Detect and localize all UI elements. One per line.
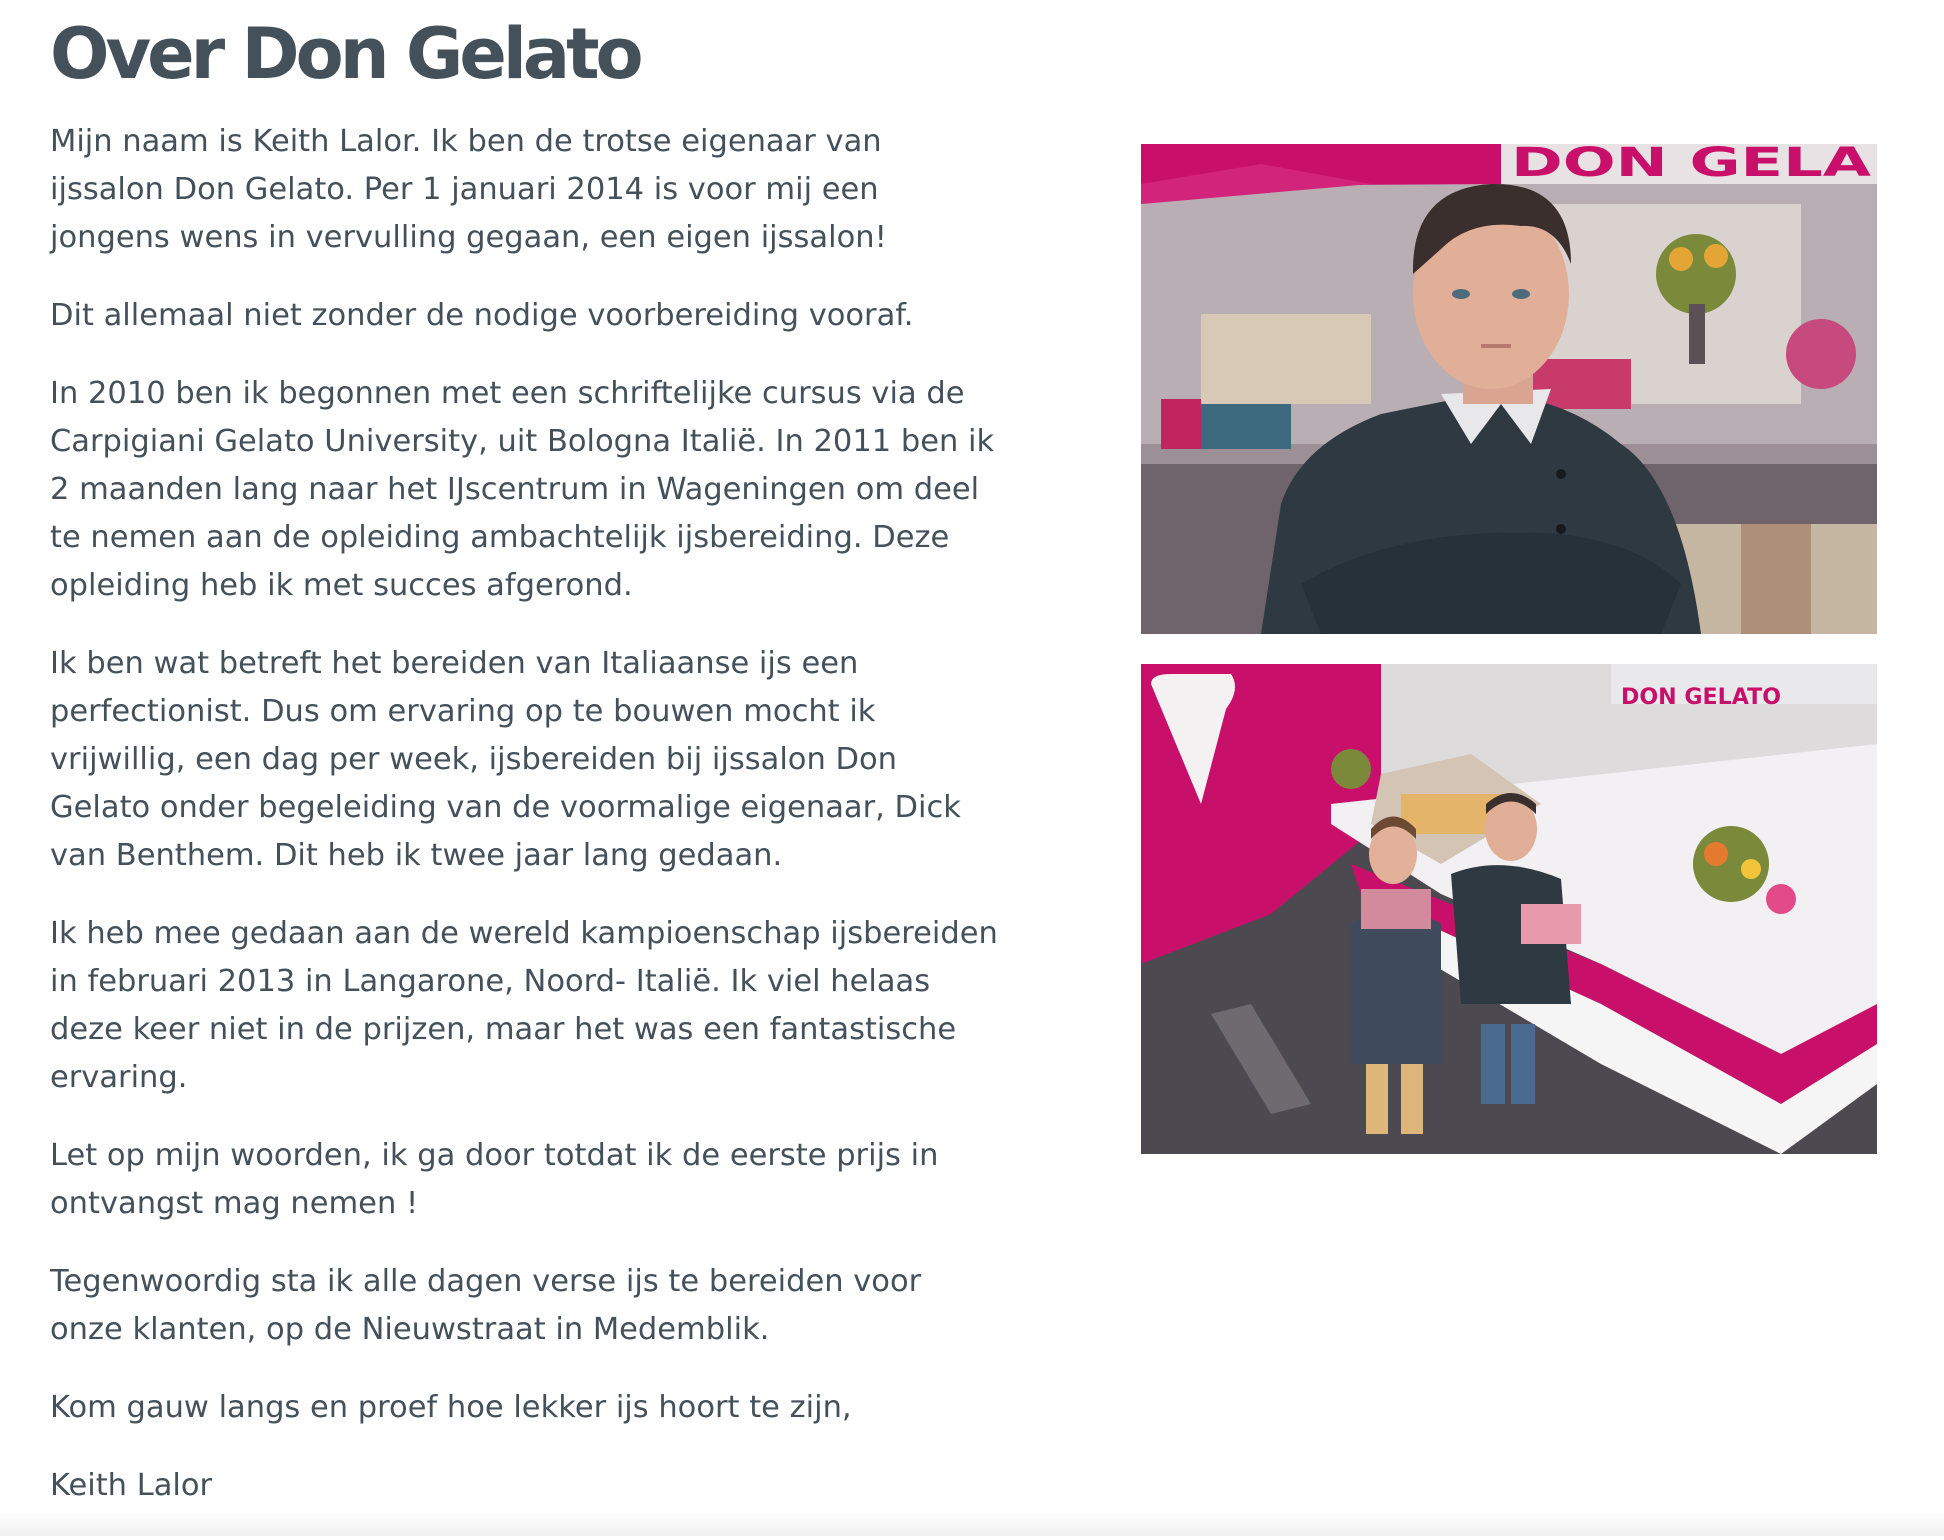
paragraph-perfectionist: Ik ben wat betreft het bereiden van Ital… bbox=[50, 646, 961, 873]
page-title: Over Don Gelato bbox=[50, 13, 644, 95]
paragraph-first-prize: Let op mijn woorden, ik ga door totdat i… bbox=[50, 1138, 939, 1221]
paragraph-daily: Tegenwoordig sta ik alle dagen verse ijs… bbox=[50, 1264, 922, 1347]
shop-sign-text: DON GELA bbox=[1511, 144, 1871, 186]
paragraph-invite: Kom gauw langs en proef hoe lekker ijs h… bbox=[50, 1390, 852, 1425]
paragraph-preparation: Dit allemaal niet zonder de nodige voorb… bbox=[50, 298, 914, 333]
about-text: Mijn naam is Keith Lalor. Ik ben de trot… bbox=[50, 118, 1000, 1540]
shop-interior-photo: DON GELATO bbox=[1141, 664, 1877, 1154]
paragraph-training: In 2010 ben ik begonnen met een schrifte… bbox=[50, 376, 995, 603]
paragraph-signature: Keith Lalor bbox=[50, 1468, 213, 1503]
paragraph-intro: Mijn naam is Keith Lalor. Ik ben de trot… bbox=[50, 124, 887, 255]
owner-portrait-photo: DON GELA bbox=[1141, 144, 1877, 634]
paragraph-championship: Ik heb mee gedaan aan de wereld kampioen… bbox=[50, 916, 998, 1095]
page-bottom-edge bbox=[0, 1510, 1944, 1536]
shop-sign-text-2: DON GELATO bbox=[1621, 685, 1781, 710]
